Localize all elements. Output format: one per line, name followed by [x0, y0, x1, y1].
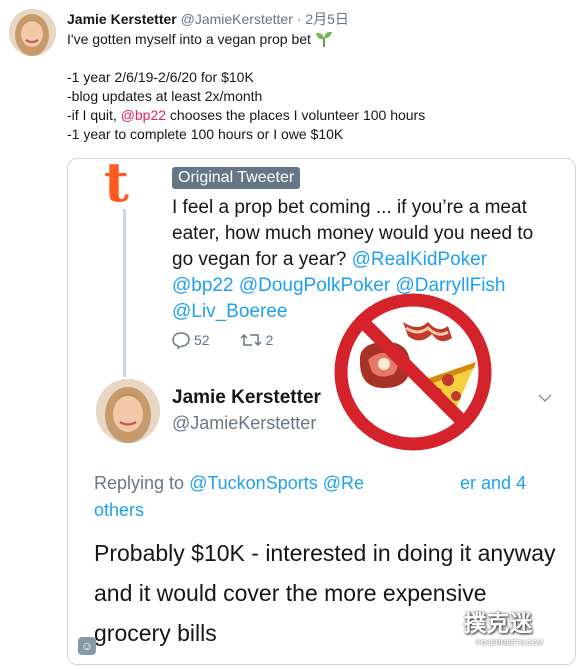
retweet-count: 2 [265, 332, 274, 348]
author-name[interactable]: Jamie Kerstetter [67, 11, 177, 27]
tweet-line: -blog updates at least 2x/month [67, 88, 263, 104]
tweet-header: Jamie Kerstetter @JamieKerstetter · 2月5日 [67, 9, 349, 29]
watermark: 撲克迷 POKERMEETS.COM [458, 594, 578, 664]
no-meat-icon [334, 293, 492, 451]
reply-author-name[interactable]: Jamie Kerstetter [172, 387, 321, 409]
tweet-line: -1 year to complete 100 hours or I owe $… [67, 126, 344, 142]
reply-count: 52 [194, 332, 210, 348]
tweet-line: I've gotten myself into a vegan prop bet [67, 30, 567, 49]
tweet-date[interactable]: 2月5日 [305, 11, 349, 27]
mention-link[interactable]: @Liv_Boeree [172, 301, 287, 322]
emoji-icon[interactable]: ☺ [78, 637, 96, 655]
chevron-down-icon[interactable] [538, 393, 552, 403]
separator: · [296, 11, 302, 27]
embedded-image[interactable]: t Original Tweeter I feel a prop bet com… [67, 158, 576, 665]
replying-to: Replying to @TuckonSports @Re er and 4 ot… [94, 473, 527, 520]
mention-link[interactable]: @bp22 [172, 275, 234, 296]
tweet-line: -if I quit, @bp22 chooses the places I v… [67, 107, 426, 123]
tweet-line: -1 year 2/6/19-2/6/20 for $10K [67, 69, 254, 85]
reply-avatar[interactable] [96, 379, 160, 443]
retweet-button[interactable]: 2 [240, 331, 274, 349]
watermark-subtext: POKERMEETS.COM [476, 640, 543, 647]
tweet-body: I've gotten myself into a vegan prop bet… [67, 30, 567, 144]
tweet: Jamie Kerstetter @JamieKerstetter · 2月5日… [0, 0, 586, 669]
mention-link[interactable]: er and 4 [460, 473, 526, 493]
tweet-text: I've gotten myself into a vegan prop bet [67, 31, 311, 47]
avatar[interactable] [9, 9, 56, 56]
reply-button[interactable]: 52 [172, 331, 210, 349]
sprout-icon [315, 31, 333, 47]
author-handle[interactable]: @JamieKerstetter [181, 11, 293, 27]
reply-author-handle[interactable]: @JamieKerstetter [172, 413, 316, 434]
mention-link[interactable]: @bp22 [121, 107, 166, 123]
watermark-text: 撲克迷 [464, 612, 534, 637]
others-link[interactable]: others [94, 500, 144, 520]
retweet-icon [240, 333, 262, 347]
mention-link[interactable]: @Re [323, 473, 364, 493]
reply-icon [172, 332, 190, 349]
mention-link[interactable]: @RealKidPoker [352, 249, 487, 270]
mention-link[interactable]: @TuckonSports [189, 473, 318, 493]
thread-line [123, 209, 126, 377]
original-tweeter-badge: Original Tweeter [172, 167, 301, 189]
tweet-actions: 52 2 [172, 331, 273, 349]
tuckon-logo: t [104, 158, 129, 214]
